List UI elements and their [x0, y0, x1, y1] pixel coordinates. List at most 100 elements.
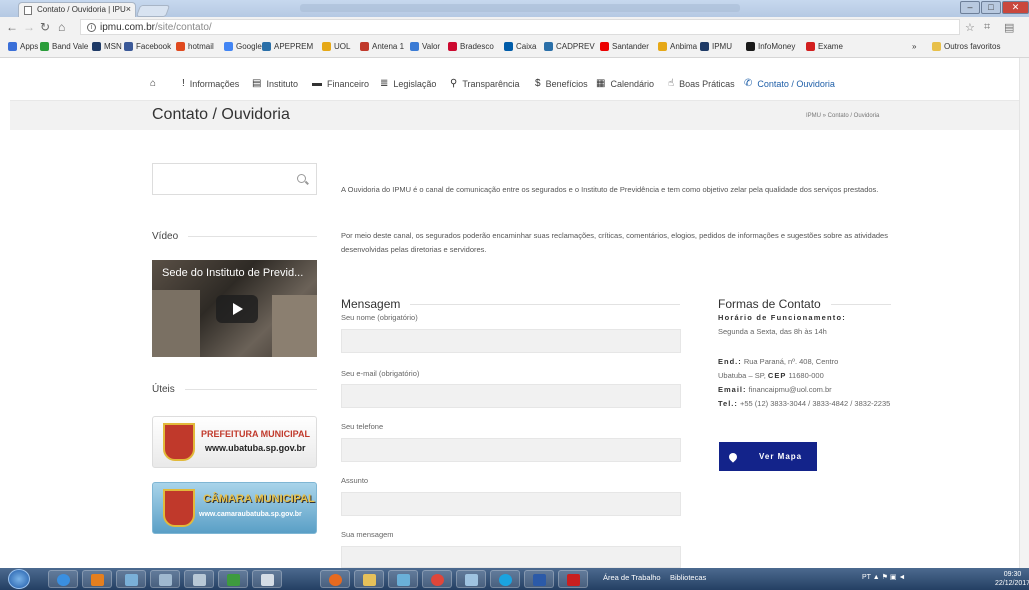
- breadcrumb[interactable]: IPMU » Contato / Ouvidoria: [806, 113, 879, 119]
- email-field[interactable]: [341, 384, 681, 408]
- taskbar-folder-icon[interactable]: [116, 570, 146, 588]
- message-field[interactable]: [341, 546, 681, 568]
- libraries-toolbar-label[interactable]: Bibliotecas: [670, 573, 706, 582]
- email-contact-label: Email:: [718, 385, 747, 394]
- taskbar-ie-icon[interactable]: [48, 570, 78, 588]
- taskbar-tool-icon[interactable]: [456, 570, 486, 588]
- bookmark-caixa[interactable]: Caixa: [504, 42, 536, 51]
- reload-icon[interactable]: ↻: [40, 20, 50, 34]
- building-icon: ▤: [252, 78, 262, 89]
- search-input[interactable]: [152, 163, 317, 195]
- bookmark-cadprev[interactable]: CADPREV: [544, 42, 595, 51]
- email-contact-value[interactable]: financaipmu@uol.com.br: [749, 385, 832, 394]
- cep-value: 11680-000: [788, 371, 824, 380]
- new-tab-button[interactable]: [135, 5, 171, 17]
- taskbar-pdf-icon[interactable]: [558, 570, 588, 588]
- site-info-icon[interactable]: i: [87, 22, 96, 32]
- bookmark-anbima[interactable]: Anbima: [658, 42, 697, 51]
- nav-item-home[interactable]: ⌂: [150, 78, 161, 89]
- browser-tab[interactable]: Contato / Ouvidoria | IPU ×: [18, 2, 136, 17]
- back-icon[interactable]: ←: [6, 20, 18, 34]
- bookmark-google[interactable]: Google: [224, 42, 262, 51]
- home-icon: ⌂: [150, 78, 157, 89]
- bookmark-apeprem[interactable]: APEPREM: [262, 42, 313, 51]
- phone-field[interactable]: [341, 438, 681, 462]
- bookmark-apps[interactable]: Apps: [8, 42, 38, 51]
- url-input[interactable]: i ipmu.com.br/site/contato/: [80, 19, 960, 35]
- bookmark-favicon-icon: [410, 42, 419, 51]
- maximize-button[interactable]: □: [981, 1, 1001, 14]
- close-tab-icon[interactable]: ×: [126, 4, 131, 14]
- bookmark-msn[interactable]: MSN: [92, 42, 122, 51]
- nav-item-transparencia[interactable]: ⚲ Transparência: [450, 78, 520, 89]
- desktop-toolbar-label[interactable]: Área de Trabalho: [603, 573, 661, 582]
- bookmark-infomoney[interactable]: InfoMoney: [746, 42, 795, 51]
- video-heading: Vídeo: [152, 231, 317, 242]
- volume-icon[interactable]: ◄: [898, 574, 905, 581]
- nav-item-legislacao[interactable]: ≣ Legislação: [380, 78, 436, 89]
- subject-field[interactable]: [341, 492, 681, 516]
- nav-item-beneficios[interactable]: $ Benefícios: [535, 78, 588, 89]
- menu-icon[interactable]: ▤: [1004, 21, 1014, 34]
- forward-icon[interactable]: →: [23, 20, 35, 34]
- bookmark-santander[interactable]: Santander: [600, 42, 649, 51]
- taskbar-excel-icon[interactable]: [218, 570, 248, 588]
- bookmark-favicon-icon: [262, 42, 271, 51]
- bookmark-hotmail[interactable]: hotmail: [176, 42, 214, 51]
- clock-date: 22/12/2017: [995, 580, 1029, 587]
- nav-item-financeiro[interactable]: ▬ Financeiro: [312, 78, 369, 89]
- bookmark-antena-1[interactable]: Antena 1: [360, 42, 404, 51]
- video-title[interactable]: Sede do Instituto de Previd...: [162, 267, 303, 279]
- name-label: Seu nome (obrigatório): [341, 313, 418, 322]
- other-bookmarks-folder[interactable]: Outros favoritos: [932, 42, 1000, 51]
- camara-banner-link[interactable]: CÂMARA MUNICIPAL www.camaraubatuba.sp.go…: [152, 482, 317, 534]
- play-icon[interactable]: [216, 295, 258, 323]
- taskbar-doc-icon[interactable]: [252, 570, 282, 588]
- taskbar-network-icon[interactable]: [184, 570, 214, 588]
- taskbar-firefox-icon[interactable]: [320, 570, 350, 588]
- more-bookmarks-button[interactable]: »: [912, 42, 916, 51]
- uteis-heading-label: Úteis: [152, 384, 175, 395]
- nav-item-instituto[interactable]: ▤ Instituto: [252, 78, 298, 89]
- thumbs-up-icon: ☝: [668, 78, 675, 89]
- bookmark-ipmu[interactable]: IPMU: [700, 42, 732, 51]
- tray-arrow-icon[interactable]: ▲: [873, 574, 882, 581]
- bookmark-uol[interactable]: UOL: [322, 42, 350, 51]
- language-indicator[interactable]: PT: [862, 574, 871, 581]
- name-field[interactable]: [341, 329, 681, 353]
- page-scrollbar[interactable]: [1019, 58, 1029, 568]
- system-tray: PT ▲ ⚑ ▣ ◄: [862, 573, 905, 581]
- taskbar-skype-icon[interactable]: [490, 570, 520, 588]
- video-player[interactable]: Sede do Instituto de Previd...: [152, 260, 317, 357]
- start-button[interactable]: [8, 569, 30, 589]
- nav-item-informacoes[interactable]: ! Informações: [182, 78, 239, 89]
- taskbar-explorer-icon[interactable]: [354, 570, 384, 588]
- nav-item-calendario[interactable]: ▦ Calendário: [596, 78, 654, 89]
- minimize-button[interactable]: –: [960, 1, 980, 14]
- extension-icon[interactable]: ⌗: [984, 21, 990, 34]
- prefeitura-banner-link[interactable]: PREFEITURA MUNICIPAL www.ubatuba.sp.gov.…: [152, 416, 317, 468]
- home-icon[interactable]: ⌂: [58, 20, 65, 34]
- bookmark-valor[interactable]: Valor: [410, 42, 440, 51]
- search-icon[interactable]: [297, 174, 306, 183]
- close-window-button[interactable]: ✕: [1002, 1, 1029, 14]
- bookmark-label: hotmail: [188, 42, 214, 51]
- view-map-button[interactable]: Ver Mapa: [719, 442, 817, 471]
- city-value: Ubatuba – SP,: [718, 371, 766, 380]
- bookmark-favicon-icon: [92, 42, 101, 51]
- taskbar-media-icon[interactable]: [82, 570, 112, 588]
- taskbar-word-icon[interactable]: [524, 570, 554, 588]
- url-domain: ipmu.com.br: [100, 22, 156, 33]
- nav-item-contato-ouvidoria[interactable]: ✆ Contato / Ouvidoria: [744, 78, 835, 89]
- taskbar-chrome-icon[interactable]: [422, 570, 452, 588]
- bookmark-exame[interactable]: Exame: [806, 42, 843, 51]
- bookmark-band-vale[interactable]: Band Vale: [40, 42, 88, 51]
- clock[interactable]: 09:30 22/12/2017: [995, 570, 1029, 588]
- bookmark-facebook[interactable]: Facebook: [124, 42, 171, 51]
- flag-icon[interactable]: ⚑: [882, 574, 890, 581]
- star-icon[interactable]: ☆: [965, 21, 975, 34]
- bookmark-bradesco[interactable]: Bradesco: [448, 42, 494, 51]
- taskbar-app-icon[interactable]: [388, 570, 418, 588]
- nav-item-boas-praticas[interactable]: ☝ Boas Práticas: [668, 78, 735, 89]
- taskbar-calc-icon[interactable]: [150, 570, 180, 588]
